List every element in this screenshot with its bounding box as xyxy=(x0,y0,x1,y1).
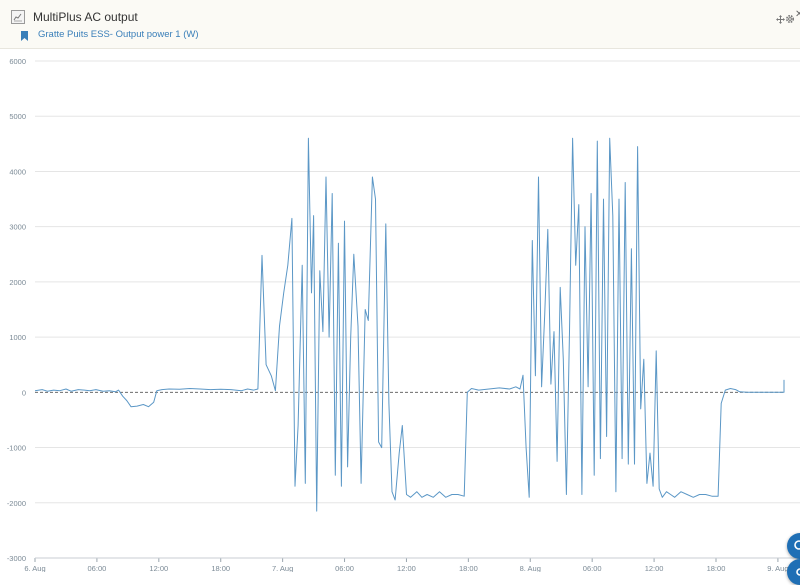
y-tick-label: 6000 xyxy=(9,57,26,66)
series-line[interactable] xyxy=(34,137,785,512)
y-tick-label: -3000 xyxy=(7,554,26,563)
chart-icon xyxy=(11,10,25,24)
x-axis-labels: 6. Aug 06:00 12:00 18:00 7. Aug 06:00 12:00 18:… xyxy=(24,558,789,572)
grid-lines xyxy=(35,60,800,504)
y-tick-label: 4000 xyxy=(9,167,26,176)
x-tick-label: 6. Aug xyxy=(24,564,45,572)
y-tick-label: 3000 xyxy=(9,223,26,232)
y-tick-label: 5000 xyxy=(9,112,26,121)
close-icon[interactable]: ✕ xyxy=(795,9,800,21)
bookmark-icon xyxy=(21,28,28,41)
x-tick-label: 06:00 xyxy=(583,564,602,572)
chart-header: MultiPlus AC output Gratte Puits ESS- Ou… xyxy=(0,0,800,49)
x-tick-label: 9. Aug xyxy=(767,564,788,572)
x-tick-label: 18:00 xyxy=(211,564,230,572)
x-tick-label: 12:00 xyxy=(149,564,168,572)
y-axis-labels: 6000 5000 4000 3000 2000 1000 0 -1000 -2000 -3000 xyxy=(7,57,26,563)
gear-icon[interactable] xyxy=(785,11,795,29)
x-tick-label: 7. Aug xyxy=(272,564,293,572)
x-tick-label: 18:00 xyxy=(459,564,478,572)
x-tick-label: 06:00 xyxy=(88,564,107,572)
y-tick-label: -1000 xyxy=(7,444,26,453)
x-tick-label: 18:00 xyxy=(707,564,726,572)
y-tick-label: 0 xyxy=(22,388,26,397)
y-tick-label: -2000 xyxy=(7,499,26,508)
x-tick-label: 12:00 xyxy=(645,564,664,572)
x-tick-label: 06:00 xyxy=(335,564,354,572)
settings-icon xyxy=(796,568,800,576)
settings-button[interactable] xyxy=(787,559,800,585)
x-tick-label: 12:00 xyxy=(397,564,416,572)
move-icon[interactable] xyxy=(776,11,785,29)
x-tick-label: 8. Aug xyxy=(520,564,541,572)
line-chart[interactable]: 6000 5000 4000 3000 2000 1000 0 -1000 -2000 -3000… xyxy=(0,48,800,572)
legend-item[interactable]: Gratte Puits ESS- Output power 1 (W) xyxy=(38,29,199,40)
zoom-reset-icon xyxy=(794,540,800,550)
y-tick-label: 2000 xyxy=(9,278,26,287)
y-tick-label: 1000 xyxy=(9,333,26,342)
chart-title: MultiPlus AC output xyxy=(33,10,138,24)
